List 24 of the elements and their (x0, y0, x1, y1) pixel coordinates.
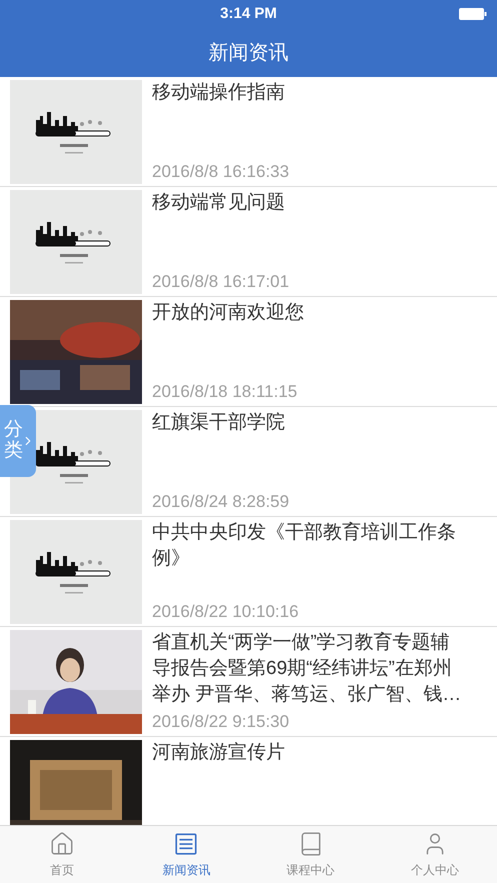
news-title: 移动端操作指南 (152, 81, 286, 105)
battery-icon (459, 8, 487, 20)
news-date: 2016/8/8 16:17:01 (152, 271, 290, 293)
news-item[interactable]: 省直机关“两学一做”学习教育专题辅导报告会暨第69期“经纬讲坛”在郑州举办 尹晋华、蒋笃运、张广智、钱… 2016/8/22 9:15:30 (0, 627, 497, 737)
list-icon (173, 830, 200, 856)
news-date: 2016/8/22 10:10:16 (152, 601, 300, 623)
news-item[interactable]: 移动端常见问题 2016/8/8 16:17:01 (0, 187, 497, 297)
news-date: 2016/8/18 18:11:15 (152, 381, 298, 403)
home-icon (49, 830, 76, 856)
news-title: 移动端常见问题 (152, 191, 286, 215)
news-item[interactable]: 开放的河南欢迎您 2016/8/18 18:11:15 (0, 297, 497, 407)
news-title: 中共中央印发《干部教育培训工作条例》 (152, 520, 457, 571)
news-item[interactable]: 移动端操作指南 2016/8/8 16:16:33 (0, 77, 497, 187)
tab[interactable]: 新闻资讯 (124, 826, 248, 883)
news-item[interactable]: 中共中央印发《干部教育培训工作条例》 2016/8/22 10:10:16 (0, 517, 497, 627)
news-date: 2016/8/22 9:15:30 (152, 711, 290, 733)
news-date: 2016/8/24 8:28:59 (152, 491, 290, 513)
news-date: 2016/8/8 16:16:33 (152, 161, 290, 183)
header-title: 新闻资讯 (208, 40, 288, 66)
news-title: 河南旅游宣传片 (152, 741, 286, 765)
news-title: 开放的河南欢迎您 (152, 301, 305, 325)
news-title: 红旗渠干部学院 (152, 411, 286, 435)
status-time: 3:14 PM (220, 4, 277, 24)
news-title: 省直机关“两学一做”学习教育专题辅导报告会暨第69期“经纬讲坛”在郑州举办 尹晋华、蒋笃运、张广智、钱… (152, 630, 462, 707)
